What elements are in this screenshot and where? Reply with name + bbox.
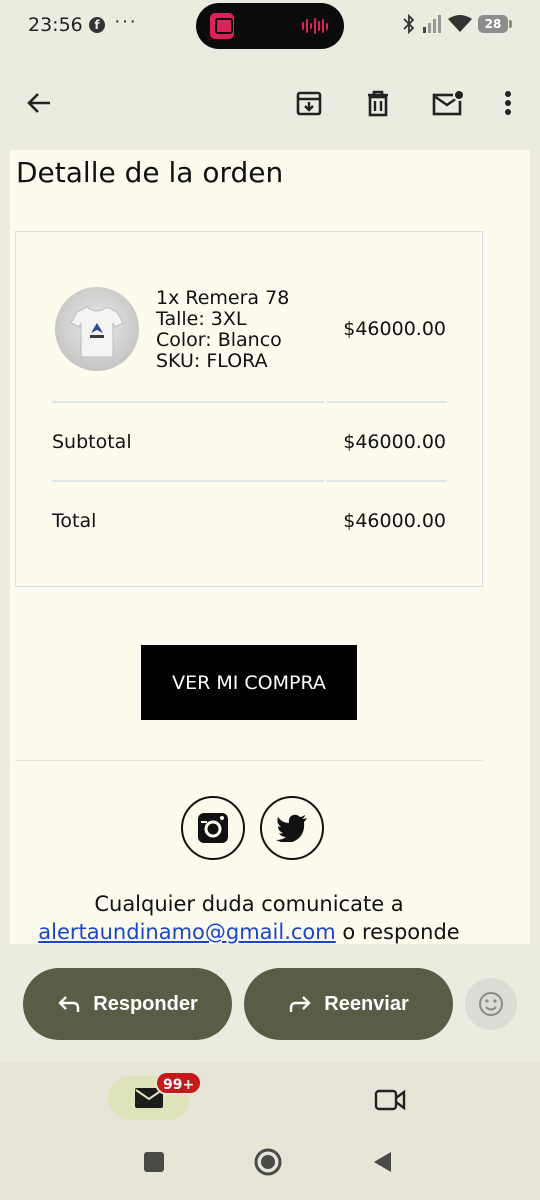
mark-unread-icon[interactable] (426, 81, 470, 125)
square-icon (144, 1152, 164, 1172)
audio-wave-icon (302, 17, 328, 35)
facebook-notification-icon: f (89, 17, 105, 33)
wifi-icon (448, 15, 472, 32)
forward-button[interactable]: Reenviar (244, 968, 453, 1040)
total-label: Total (52, 510, 97, 532)
email-title: Detalle de la orden (16, 156, 284, 189)
total-value: $46000.00 (343, 510, 446, 532)
status-bar: 23:56 f ··· 28 (0, 0, 540, 52)
status-time: 23:56 (28, 14, 83, 36)
smiley-icon (479, 992, 503, 1016)
forward-icon (290, 996, 311, 1012)
recent-apps-button[interactable] (138, 1146, 170, 1178)
archive-icon[interactable] (287, 81, 331, 125)
reply-button[interactable]: Responder (23, 968, 232, 1040)
product-thumbnail (55, 287, 139, 371)
more-vert-icon[interactable] (486, 81, 530, 125)
footer-suffix: o responde (335, 920, 460, 944)
view-purchase-button[interactable]: VER MI COMPRA (141, 645, 357, 720)
subtotal-label: Subtotal (52, 431, 132, 453)
row-divider (327, 480, 447, 482)
twitter-icon[interactable] (260, 796, 324, 860)
subtotal-value: $46000.00 (343, 431, 446, 453)
more-notifications-icon: ··· (114, 10, 137, 32)
video-camera-icon (374, 1089, 406, 1111)
email-body: Detalle de la orden 1x Remera 78 Talle: … (10, 150, 530, 944)
home-circle-icon (254, 1148, 282, 1176)
app-bar (0, 72, 540, 134)
emoji-reaction-button[interactable] (465, 978, 517, 1030)
back-triangle-icon (374, 1152, 391, 1172)
footer-contact: Cualquier duda comunicate a alertaundina… (10, 890, 488, 944)
back-arrow-icon[interactable] (17, 81, 61, 125)
row-divider (327, 401, 447, 403)
reply-icon (58, 996, 80, 1012)
battery-icon: 28 (478, 15, 512, 33)
item-size: Talle: 3XL (156, 308, 247, 330)
nav-meet-tab[interactable] (370, 1080, 410, 1120)
status-icons: 28 (402, 14, 512, 34)
delete-icon[interactable] (356, 81, 400, 125)
section-divider (15, 760, 483, 761)
home-button[interactable] (252, 1146, 284, 1178)
switch-app-icon (210, 13, 234, 39)
item-name: 1x Remera 78 (156, 287, 290, 309)
order-summary-table: 1x Remera 78 Talle: 3XL Color: Blanco SK… (15, 231, 483, 587)
item-sku: SKU: FLORA (156, 350, 268, 372)
unread-badge: 99+ (155, 1071, 203, 1095)
row-divider (52, 401, 324, 403)
forward-label: Reenviar (324, 992, 409, 1015)
reply-label: Responder (93, 992, 198, 1015)
item-details: 1x Remera 78 Talle: 3XL Color: Blanco SK… (156, 288, 289, 372)
back-button[interactable] (366, 1146, 398, 1178)
item-price: $46000.00 (343, 318, 446, 340)
instagram-icon[interactable] (181, 796, 245, 860)
support-email-link[interactable]: alertaundinamo@gmail.com (38, 920, 335, 944)
dynamic-island (196, 3, 344, 49)
tshirt-image-icon (70, 306, 124, 358)
footer-text: Cualquier duda comunicate a (94, 892, 404, 916)
signal-icon (423, 15, 441, 33)
bluetooth-icon (403, 14, 415, 34)
row-divider (52, 480, 324, 482)
item-color: Color: Blanco (156, 329, 282, 351)
bottom-navigation: 99+ (0, 1062, 540, 1200)
